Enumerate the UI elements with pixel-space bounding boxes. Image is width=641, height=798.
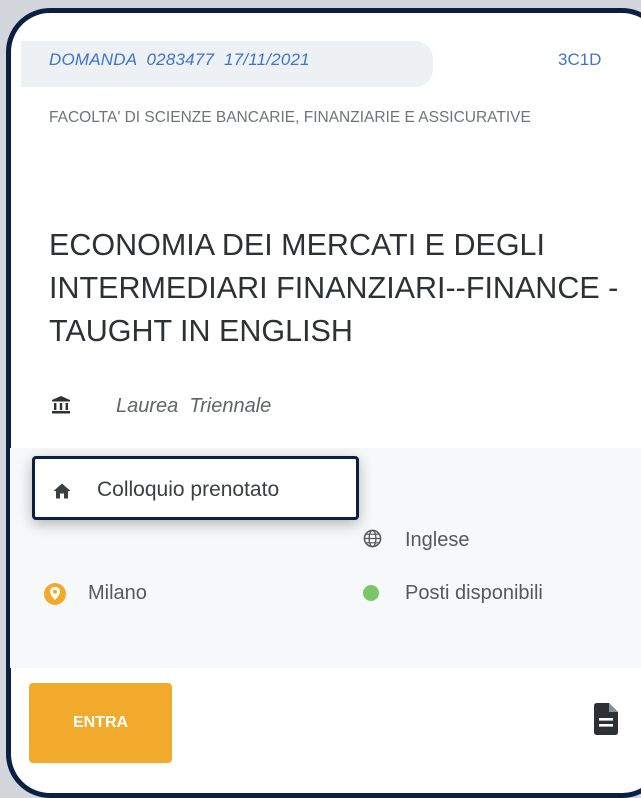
document-icon[interactable] bbox=[594, 703, 618, 735]
language-label: Inglese bbox=[405, 529, 470, 551]
application-label: DOMANDA bbox=[49, 50, 137, 69]
degree-kind: Laurea bbox=[116, 395, 179, 417]
home-icon bbox=[53, 483, 71, 499]
location-pin-icon bbox=[44, 583, 66, 605]
availability-label: Posti disponibili bbox=[405, 582, 543, 604]
green-dot-icon bbox=[363, 585, 379, 601]
degree-type: Laurea Triennale bbox=[116, 395, 271, 418]
application-date: 17/11/2021 bbox=[223, 50, 310, 69]
booking-status-tooltip: Colloquio prenotato bbox=[32, 456, 359, 520]
location-label: Milano bbox=[88, 582, 147, 604]
application-info: DOMANDA 0283477 17/11/2021 bbox=[49, 50, 310, 70]
booking-status-label: Colloquio prenotato bbox=[97, 478, 280, 501]
course-code: 3C1D bbox=[558, 50, 602, 69]
degree-level: Triennale bbox=[189, 395, 272, 417]
building-icon bbox=[52, 396, 70, 414]
application-number: 0283477 bbox=[146, 50, 215, 69]
course-title: ECONOMIA DEI MERCATI E DEGLI INTERMEDIAR… bbox=[49, 228, 619, 348]
enter-button[interactable]: ENTRA bbox=[29, 683, 172, 763]
faculty-name: FACOLTA' DI SCIENZE BANCARIE, FINANZIARI… bbox=[49, 109, 531, 126]
globe-icon bbox=[363, 529, 382, 548]
